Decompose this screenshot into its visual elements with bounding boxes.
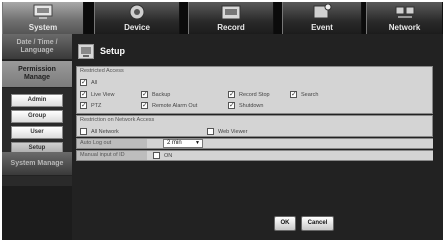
option-search[interactable]: Search — [290, 90, 318, 99]
option-shutdown[interactable]: Shutdown — [228, 101, 263, 110]
side-subitem-label: Admin — [27, 97, 47, 103]
tab-record[interactable]: Record — [188, 2, 274, 34]
tab-label: Record — [217, 23, 245, 32]
remote-alarm-out-checkbox[interactable] — [141, 101, 148, 109]
network-icon — [395, 6, 414, 18]
system-icon — [33, 4, 53, 19]
tab-label: Network — [388, 23, 421, 32]
side-category-system-manage[interactable]: System Manage — [2, 152, 72, 176]
network-access-title: Restriction on Network Access — [80, 117, 155, 123]
device-icon — [129, 4, 145, 20]
option-label: ON — [164, 152, 173, 159]
side-subitem-user[interactable]: User — [11, 126, 63, 139]
cancel-button[interactable]: Cancel — [301, 216, 334, 231]
restricted-access-title: Restricted Access — [80, 68, 124, 74]
option-label: Backup — [152, 91, 171, 98]
option-label: Web Viewer — [218, 128, 248, 135]
option-backup[interactable]: Backup — [141, 90, 170, 99]
side-subitem-label: Setup — [28, 145, 46, 151]
option-label: PTZ — [91, 102, 102, 109]
manual-input-field: ON — [147, 151, 433, 160]
side-category-label: Date / Time / Language — [16, 38, 58, 54]
ok-button[interactable]: OK — [274, 216, 296, 231]
side-subitem-admin[interactable]: Admin — [11, 94, 63, 107]
option-label: Record Stop — [239, 91, 270, 98]
ok-button-label: OK — [280, 220, 290, 226]
option-record-stop[interactable]: Record Stop — [228, 90, 270, 99]
web-viewer-checkbox[interactable] — [207, 128, 214, 135]
side-menu: Date / Time / Language Permission Manage… — [2, 34, 72, 240]
tab-device[interactable]: Device — [94, 2, 180, 34]
auto-log-out-select[interactable]: 2 min ▼ — [163, 139, 203, 148]
option-label: Remote Alarm Out — [152, 102, 198, 109]
setup-icon — [78, 44, 94, 59]
cancel-button-label: Cancel — [307, 220, 328, 226]
option-remote-alarm-out[interactable]: Remote Alarm Out — [141, 101, 197, 110]
page-title: Setup — [100, 46, 126, 56]
all-network-checkbox[interactable] — [80, 128, 87, 135]
network-access-section: Restriction on Network Access All Networ… — [76, 115, 433, 137]
auto-log-out-label: Auto Log out — [80, 140, 112, 146]
tab-label: Event — [311, 23, 333, 32]
side-subitem-label: Group — [28, 113, 46, 119]
option-label: Search — [301, 91, 319, 98]
side-category-label: Permission Manage — [18, 66, 56, 81]
all-checkbox[interactable] — [80, 78, 87, 86]
auto-log-out-field: 2 min ▼ — [147, 139, 433, 148]
manual-input-row: Manual input of ID ON — [76, 150, 433, 161]
chevron-down-icon: ▼ — [195, 140, 200, 146]
record-stop-checkbox[interactable] — [228, 90, 235, 98]
side-category-date-time-language[interactable]: Date / Time / Language — [2, 34, 72, 60]
tab-system[interactable]: System — [2, 2, 84, 34]
option-label: All Network — [91, 128, 119, 135]
option-live-view[interactable]: Live View — [80, 90, 114, 99]
setup-panel: Setup Restricted Access All Live View Ba… — [72, 34, 443, 240]
auto-log-out-row: Auto Log out 2 min ▼ — [76, 138, 433, 149]
top-menu-bar: System Device Record Event Network — [2, 2, 443, 34]
option-manual-input-on[interactable]: ON — [153, 151, 172, 160]
ptz-checkbox[interactable] — [80, 101, 87, 109]
option-label: Live View — [91, 91, 115, 98]
option-all-network[interactable]: All Network — [80, 127, 119, 136]
restricted-access-section: Restricted Access All Live View Backup R… — [76, 66, 433, 114]
manual-input-checkbox[interactable] — [153, 152, 160, 159]
backup-checkbox[interactable] — [141, 90, 148, 98]
record-icon — [221, 5, 241, 20]
option-all[interactable]: All — [80, 78, 97, 87]
live-view-checkbox[interactable] — [80, 90, 87, 98]
manual-input-label: Manual input of ID — [80, 152, 125, 158]
option-label: All — [91, 79, 98, 86]
side-subitem-label: User — [30, 129, 44, 135]
option-web-viewer[interactable]: Web Viewer — [207, 127, 247, 136]
shutdown-checkbox[interactable] — [228, 101, 235, 109]
option-ptz[interactable]: PTZ — [80, 101, 101, 110]
tab-event[interactable]: Event — [282, 2, 362, 34]
side-category-permission-manage[interactable]: Permission Manage — [2, 61, 72, 88]
tab-network[interactable]: Network — [366, 2, 443, 34]
side-category-label: System Manage — [10, 159, 64, 167]
search-checkbox[interactable] — [290, 90, 297, 98]
option-label: Shutdown — [239, 102, 264, 109]
tab-label: System — [28, 23, 58, 32]
setup-screen: System Device Record Event Network Date … — [0, 0, 445, 242]
side-subitem-group[interactable]: Group — [11, 110, 63, 123]
tab-label: Device — [124, 23, 150, 32]
auto-log-out-value: 2 min — [167, 140, 182, 146]
event-icon — [313, 4, 332, 19]
